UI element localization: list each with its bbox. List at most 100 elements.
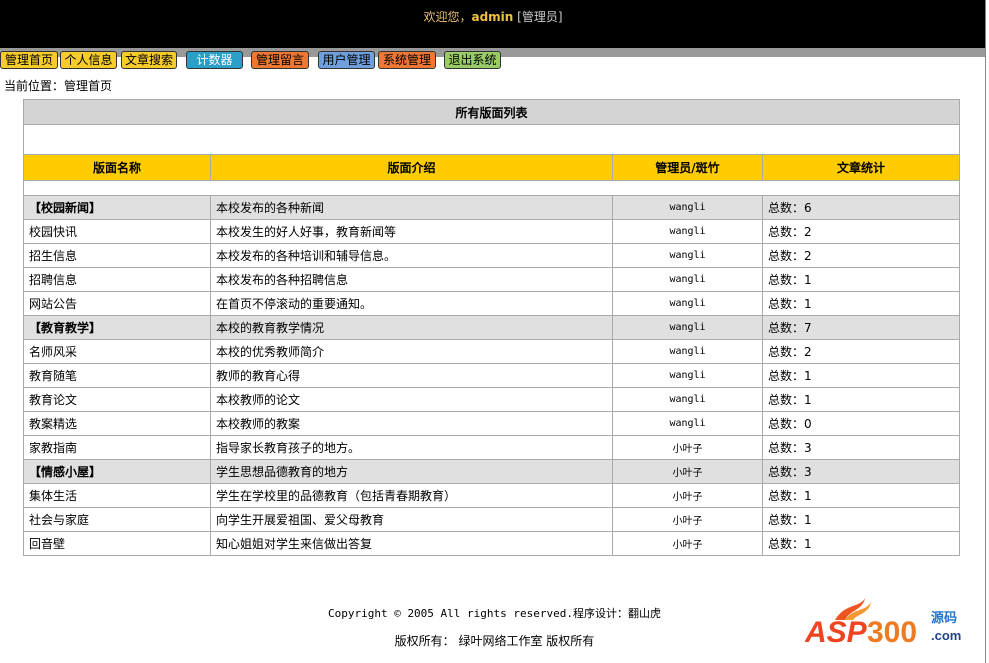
board-admin: wangli <box>612 387 763 412</box>
nav-button-5[interactable]: 用户管理 <box>318 51 375 69</box>
svg-text:源码: 源码 <box>931 610 957 626</box>
board-description: 本校发生的好人好事，教育新闻等 <box>210 219 613 244</box>
board-description: 本校发布的各种培训和辅导信息。 <box>210 243 613 268</box>
board-admin: 小叶子 <box>612 435 763 460</box>
table-row: 网站公告 在首页不停滚动的重要通知。 wangli 总数：1 <box>23 291 960 316</box>
table-row: 教案精选 本校教师的教案 wangli 总数：0 <box>23 411 960 436</box>
board-admin: 小叶子 <box>612 531 763 556</box>
board-name[interactable]: 社会与家庭 <box>23 507 211 532</box>
table-row: 集体生活 学生在学校里的品德教育（包括青春期教育） 小叶子 总数：1 <box>23 483 960 508</box>
article-count: 总数：7 <box>762 315 960 340</box>
article-count: 总数：2 <box>762 243 960 268</box>
nav-button-0[interactable]: 管理首页 <box>0 51 58 69</box>
welcome-text: 欢迎您， <box>423 10 472 24</box>
article-count: 总数：1 <box>762 291 960 316</box>
board-description: 指导家长教育孩子的地方。 <box>210 435 613 460</box>
nav-button-6[interactable]: 系统管理 <box>378 51 436 69</box>
board-name[interactable]: 家教指南 <box>23 435 211 460</box>
article-count: 总数：1 <box>762 267 960 292</box>
board-admin: 小叶子 <box>612 483 763 508</box>
nav-button-2[interactable]: 文章搜索 <box>121 51 177 69</box>
nav-button-4[interactable]: 管理留言 <box>251 51 309 69</box>
table-header-row: 版面名称 版面介绍 管理员/斑竹 文章统计 <box>23 154 960 181</box>
table-row: 招聘信息 本校发布的各种招聘信息 wangli 总数：1 <box>23 267 960 292</box>
board-description: 学生思想品德教育的地方 <box>210 459 613 484</box>
board-name[interactable]: 集体生活 <box>23 483 211 508</box>
article-count: 总数：2 <box>762 219 960 244</box>
nav-button-1[interactable]: 个人信息 <box>60 51 117 69</box>
col-header-admin: 管理员/斑竹 <box>612 154 763 181</box>
article-count: 总数：1 <box>762 387 960 412</box>
article-count: 总数：1 <box>762 483 960 508</box>
col-header-desc: 版面介绍 <box>210 154 613 181</box>
welcome-message: 欢迎您，admin [管理员] <box>0 8 986 25</box>
board-name[interactable]: 【情感小屋】 <box>23 459 211 484</box>
board-name[interactable]: 【校园新闻】 <box>23 195 211 220</box>
username: admin <box>471 10 514 24</box>
svg-text:.com: .com <box>931 628 961 643</box>
board-admin: 小叶子 <box>612 507 763 532</box>
article-count: 总数：1 <box>762 507 960 532</box>
board-admin: wangli <box>612 243 763 268</box>
board-name[interactable]: 网站公告 <box>23 291 211 316</box>
nav-button-7[interactable]: 退出系统 <box>444 51 501 69</box>
breadcrumb: 当前位置：管理首页 <box>4 79 113 93</box>
board-name[interactable]: 招生信息 <box>23 243 211 268</box>
top-banner: 欢迎您，admin [管理员] <box>0 0 986 48</box>
board-admin: wangli <box>612 339 763 364</box>
board-description: 学生在学校里的品德教育（包括青春期教育） <box>210 483 613 508</box>
board-admin: wangli <box>612 291 763 316</box>
board-name[interactable]: 教案精选 <box>23 411 211 436</box>
category-row: 【校园新闻】 本校发布的各种新闻 wangli 总数：6 <box>23 195 960 220</box>
asp300-logo: ASP 300 源码 .com <box>804 598 965 649</box>
board-description: 向学生开展爱祖国、爱父母教育 <box>210 507 613 532</box>
board-name[interactable]: 招聘信息 <box>23 267 211 292</box>
table-row: 教育随笔 教师的教育心得 wangli 总数：1 <box>23 363 960 388</box>
table-title: 所有版面列表 <box>23 99 960 125</box>
board-name[interactable]: 校园快讯 <box>23 219 211 244</box>
board-description: 本校发布的各种招聘信息 <box>210 267 613 292</box>
board-description: 在首页不停滚动的重要通知。 <box>210 291 613 316</box>
board-name[interactable]: 【教育教学】 <box>23 315 211 340</box>
svg-text:300: 300 <box>867 616 917 644</box>
category-row: 【教育教学】 本校的教育教学情况 wangli 总数：7 <box>23 315 960 340</box>
article-count: 总数：6 <box>762 195 960 220</box>
board-name[interactable]: 名师风采 <box>23 339 211 364</box>
article-count: 总数：3 <box>762 459 960 484</box>
board-description: 本校的优秀教师简介 <box>210 339 613 364</box>
board-name[interactable]: 回音壁 <box>23 531 211 556</box>
board-admin: 小叶子 <box>612 459 763 484</box>
article-count: 总数：2 <box>762 339 960 364</box>
board-description: 本校发布的各种新闻 <box>210 195 613 220</box>
article-count: 总数：1 <box>762 363 960 388</box>
article-count: 总数：0 <box>762 411 960 436</box>
board-name[interactable]: 教育论文 <box>23 387 211 412</box>
article-count: 总数：1 <box>762 531 960 556</box>
category-row: 【情感小屋】 学生思想品德教育的地方 小叶子 总数：3 <box>23 459 960 484</box>
board-admin: wangli <box>612 219 763 244</box>
table-row: 校园快讯 本校发生的好人好事，教育新闻等 wangli 总数：2 <box>23 219 960 244</box>
board-description: 本校的教育教学情况 <box>210 315 613 340</box>
scrollbar[interactable] <box>985 0 989 663</box>
nav-button-3[interactable]: 计数器 <box>186 51 243 69</box>
board-description: 本校教师的教案 <box>210 411 613 436</box>
svg-text:ASP: ASP <box>805 616 868 644</box>
board-description: 本校教师的论文 <box>210 387 613 412</box>
board-description: 教师的教育心得 <box>210 363 613 388</box>
col-header-name: 版面名称 <box>23 154 211 181</box>
table-row: 名师风采 本校的优秀教师简介 wangli 总数：2 <box>23 339 960 364</box>
table-row: 教育论文 本校教师的论文 wangli 总数：1 <box>23 387 960 412</box>
board-description: 知心姐姐对学生来信做出答复 <box>210 531 613 556</box>
board-admin: wangli <box>612 363 763 388</box>
board-admin: wangli <box>612 411 763 436</box>
spacer <box>23 124 960 155</box>
board-name[interactable]: 教育随笔 <box>23 363 211 388</box>
board-admin: wangli <box>612 195 763 220</box>
spacer <box>23 180 960 196</box>
table-row: 家教指南 指导家长教育孩子的地方。 小叶子 总数：3 <box>23 435 960 460</box>
user-role: [管理员] <box>517 10 563 24</box>
col-header-count: 文章统计 <box>762 154 960 181</box>
table-row: 社会与家庭 向学生开展爱祖国、爱父母教育 小叶子 总数：1 <box>23 507 960 532</box>
table-row: 回音壁 知心姐姐对学生来信做出答复 小叶子 总数：1 <box>23 531 960 556</box>
table-row: 招生信息 本校发布的各种培训和辅导信息。 wangli 总数：2 <box>23 243 960 268</box>
